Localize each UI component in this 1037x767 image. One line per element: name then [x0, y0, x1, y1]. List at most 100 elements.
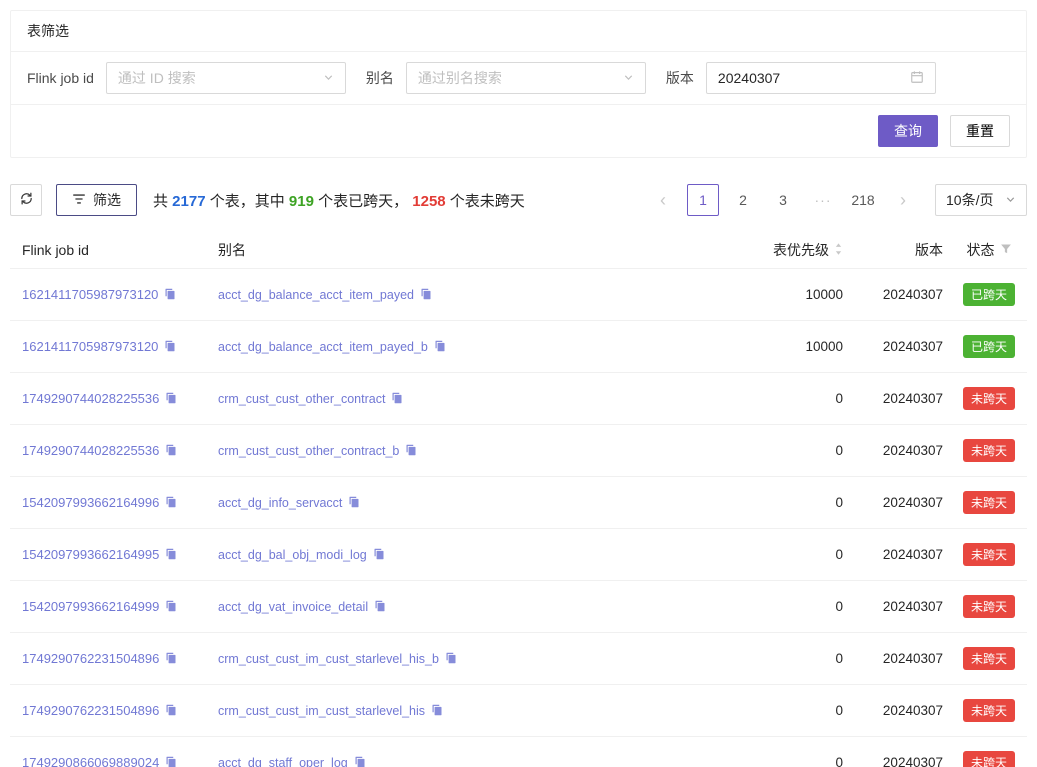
copy-icon[interactable] [391, 392, 403, 404]
copy-icon[interactable] [165, 600, 177, 612]
copy-icon[interactable] [164, 340, 176, 352]
alias-cell: crm_cust_cust_other_contract [210, 373, 711, 425]
job-id-link[interactable]: 1749290744028225536 [22, 443, 159, 458]
table-row: 1542097993662164999 acct_dg_vat_invoice_… [10, 581, 1027, 633]
version-cell: 20240307 [851, 425, 951, 477]
summary-text: 个表已跨天， [314, 193, 412, 210]
version-date-input[interactable]: 20240307 [706, 62, 936, 94]
column-header-priority-label: 表优先级 [773, 240, 829, 260]
pagination-page-last[interactable]: 218 [847, 184, 879, 216]
table-row: 1621411705987973120 acct_dg_balance_acct… [10, 321, 1027, 373]
alias-link[interactable]: acct_dg_info_servacct [218, 496, 342, 510]
version-cell: 20240307 [851, 633, 951, 685]
pagination-prev[interactable]: ‹ [647, 184, 679, 216]
alias-cell: acct_dg_balance_acct_item_payed [210, 269, 711, 321]
status-badge: 未跨天 [963, 491, 1015, 514]
priority-cell: 0 [711, 737, 851, 767]
flink-job-id-placeholder: 通过 ID 搜索 [118, 68, 196, 88]
filter-toggle-button[interactable]: 筛选 [56, 184, 137, 216]
alias-link[interactable]: acct_dg_staff_oper_log [218, 756, 348, 767]
reset-button[interactable]: 重置 [950, 115, 1010, 147]
job-id-link[interactable]: 1621411705987973120 [22, 339, 158, 354]
alias-link[interactable]: crm_cust_cust_other_contract [218, 392, 385, 406]
copy-icon[interactable] [445, 652, 457, 664]
job-id-link[interactable]: 1749290762231504896 [22, 651, 159, 666]
refresh-button[interactable] [10, 184, 42, 216]
alias-link[interactable]: acct_dg_bal_obj_modi_log [218, 548, 367, 562]
copy-icon[interactable] [348, 496, 360, 508]
column-header-status: 状态 [951, 232, 1027, 269]
priority-cell: 10000 [711, 321, 851, 373]
copy-icon[interactable] [165, 496, 177, 508]
status-cell: 未跨天 [951, 425, 1027, 477]
alias-cell: crm_cust_cust_im_cust_starlevel_his_b [210, 633, 711, 685]
chevron-down-icon [323, 70, 334, 86]
table-toolbar: 筛选 共 2177 个表，其中 919 个表已跨天， 1258 个表未跨天 ‹ … [10, 184, 1027, 216]
table-row: 1749290762231504896 crm_cust_cust_im_cus… [10, 685, 1027, 737]
job-id-cell: 1542097993662164996 [10, 477, 210, 529]
status-cell: 未跨天 [951, 373, 1027, 425]
page-size-select[interactable]: 10条/页 [935, 184, 1027, 216]
flink-job-id-label: Flink job id [27, 70, 94, 86]
filter-actions-row: 查询 重置 [11, 105, 1026, 157]
copy-icon[interactable] [434, 340, 446, 352]
copy-icon[interactable] [420, 288, 432, 300]
status-cell: 未跨天 [951, 685, 1027, 737]
filter-toggle-label: 筛选 [93, 190, 121, 210]
job-id-link[interactable]: 1749290744028225536 [22, 391, 159, 406]
table-row: 1749290744028225536 crm_cust_cust_other_… [10, 425, 1027, 477]
flink-job-id-select[interactable]: 通过 ID 搜索 [106, 62, 346, 94]
search-button[interactable]: 查询 [878, 115, 938, 147]
job-id-cell: 1749290762231504896 [10, 633, 210, 685]
copy-icon[interactable] [374, 600, 386, 612]
sort-icon[interactable] [834, 242, 843, 259]
alias-link[interactable]: crm_cust_cust_im_cust_starlevel_his_b [218, 652, 439, 666]
alias-cell: crm_cust_cust_im_cust_starlevel_his [210, 685, 711, 737]
tables-table: Flink job id 别名 表优先级 版本 状态 1621411705987… [10, 232, 1027, 767]
alias-link[interactable]: acct_dg_balance_acct_item_payed_b [218, 340, 428, 354]
table-header-row: Flink job id 别名 表优先级 版本 状态 [10, 232, 1027, 269]
job-id-link[interactable]: 1749290762231504896 [22, 703, 159, 718]
alias-link[interactable]: acct_dg_balance_acct_item_payed [218, 288, 414, 302]
job-id-link[interactable]: 1749290866069889024 [22, 755, 159, 767]
table-row: 1749290762231504896 crm_cust_cust_im_cus… [10, 633, 1027, 685]
alias-link[interactable]: crm_cust_cust_other_contract_b [218, 444, 399, 458]
pagination-page-1[interactable]: 1 [687, 184, 719, 216]
pagination-page-2[interactable]: 2 [727, 184, 759, 216]
job-id-link[interactable]: 1542097993662164995 [22, 547, 159, 562]
alias-cell: acct_dg_info_servacct [210, 477, 711, 529]
copy-icon[interactable] [165, 756, 177, 767]
copy-icon[interactable] [165, 548, 177, 560]
job-id-cell: 1749290744028225536 [10, 373, 210, 425]
status-badge: 已跨天 [963, 335, 1015, 358]
copy-icon[interactable] [354, 756, 366, 767]
version-cell: 20240307 [851, 269, 951, 321]
version-cell: 20240307 [851, 373, 951, 425]
priority-cell: 0 [711, 529, 851, 581]
copy-icon[interactable] [165, 444, 177, 456]
version-value: 20240307 [718, 70, 780, 86]
alias-link[interactable]: acct_dg_vat_invoice_detail [218, 600, 368, 614]
summary-text: 个表未跨天 [446, 193, 525, 210]
table-row: 1749290866069889024 acct_dg_staff_oper_l… [10, 737, 1027, 767]
status-badge: 已跨天 [963, 283, 1015, 306]
status-badge: 未跨天 [963, 543, 1015, 566]
copy-icon[interactable] [373, 548, 385, 560]
job-id-link[interactable]: 1621411705987973120 [22, 287, 158, 302]
filter-card: 表筛选 Flink job id 通过 ID 搜索 别名 通过别名搜索 版本 2… [10, 10, 1027, 158]
column-header-priority: 表优先级 [711, 232, 851, 269]
alias-select[interactable]: 通过别名搜索 [406, 62, 646, 94]
copy-icon[interactable] [164, 288, 176, 300]
copy-icon[interactable] [405, 444, 417, 456]
pagination-next[interactable]: › [887, 184, 919, 216]
job-id-link[interactable]: 1542097993662164999 [22, 599, 159, 614]
pagination-page-3[interactable]: 3 [767, 184, 799, 216]
filter-funnel-icon[interactable] [1000, 242, 1012, 258]
copy-icon[interactable] [165, 652, 177, 664]
job-id-link[interactable]: 1542097993662164996 [22, 495, 159, 510]
filter-fields-row: Flink job id 通过 ID 搜索 别名 通过别名搜索 版本 20240… [11, 52, 1026, 105]
copy-icon[interactable] [165, 392, 177, 404]
copy-icon[interactable] [431, 704, 443, 716]
alias-link[interactable]: crm_cust_cust_im_cust_starlevel_his [218, 704, 425, 718]
copy-icon[interactable] [165, 704, 177, 716]
